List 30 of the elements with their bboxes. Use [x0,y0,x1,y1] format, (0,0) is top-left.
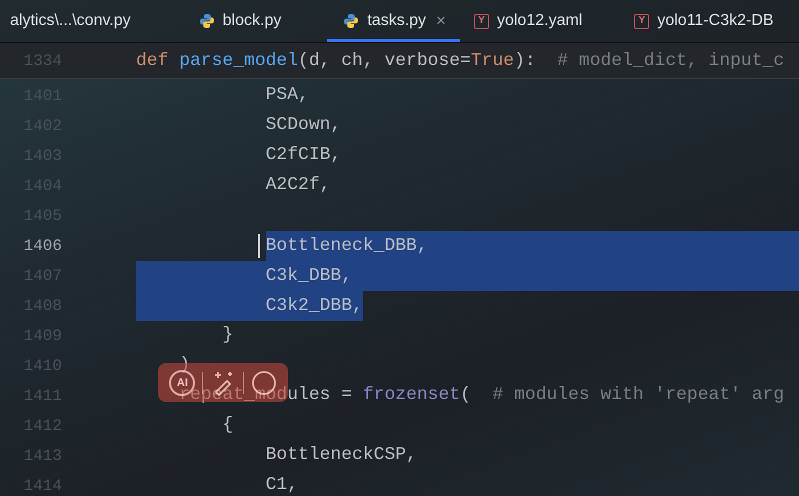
code-token: } [222,326,234,346]
code-token: SCDown, [266,116,342,136]
code-token: BottleneckCSP, [266,446,417,466]
code-token: Bottleneck_DBB, [266,231,428,261]
code-token: C1, [266,476,298,496]
code-token: ( [460,386,472,406]
code-token: { [222,416,234,436]
file-tab[interactable]: alytics\...\conv.py [0,0,185,42]
code-token: (d, ch, verbose= [298,50,471,72]
code-token: C3k_DBB, [266,261,352,291]
code-token: # modules with 'repeat' arg [492,386,784,406]
code-token: A2C2f, [266,176,330,196]
file-tab[interactable]: tasks.py × [327,0,460,42]
code-token: parse_model [178,50,298,72]
code-token: ): # model_dict, input_c [514,50,784,72]
code-token: frozenset [362,386,460,406]
file-tab[interactable]: Y yolo12.yaml [460,0,620,42]
yaml-file-icon: Y [474,14,489,28]
code-token: PSA, [266,86,309,106]
yaml-file-icon: Y [634,14,650,28]
code-token: True [470,50,514,72]
line-number: 1406 [22,236,63,257]
python-file-icon [198,13,215,29]
file-tab[interactable]: block.py [184,0,320,42]
code-token: C2fCIB, [266,146,342,166]
code-token: def [136,50,168,72]
python-file-icon [343,13,360,29]
file-tab[interactable]: Y yolo11-C3k2-DB [620,0,799,42]
code-token: C3k2_DBB, [266,291,363,321]
close-tab-button[interactable]: × [436,8,446,34]
